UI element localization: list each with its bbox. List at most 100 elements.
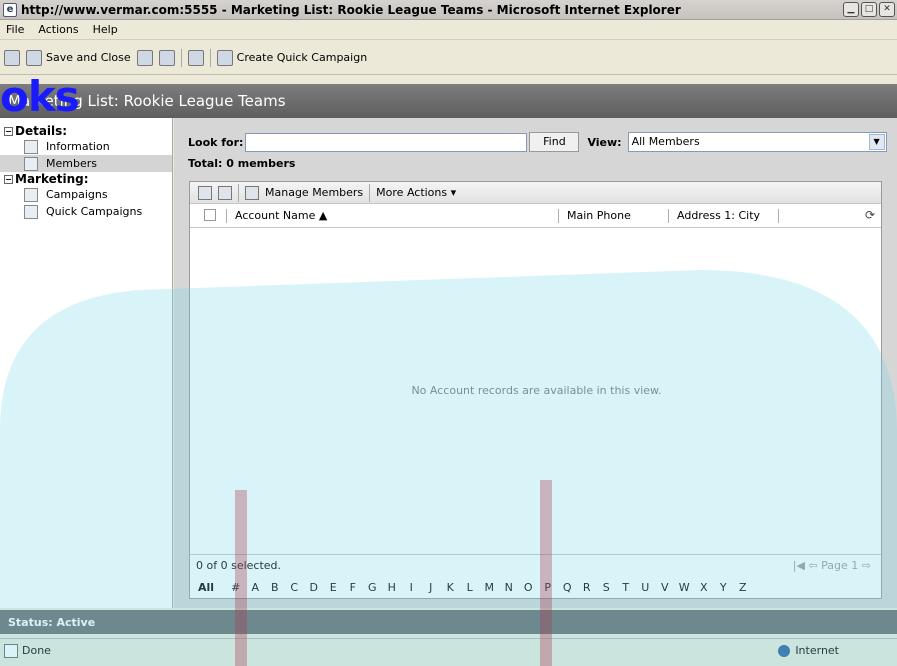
prev-page-icon[interactable]: ⇦ [808, 559, 817, 572]
alpha-letter[interactable]: N [499, 581, 519, 594]
more-actions-button[interactable]: More Actions ▾ [376, 186, 456, 199]
nav-section-marketing[interactable]: − Marketing: [0, 172, 172, 186]
alpha-letter[interactable]: K [441, 581, 461, 594]
alpha-letter[interactable]: C [285, 581, 305, 594]
toolbar-divider [209, 48, 211, 67]
grid-footer: 0 of 0 selected. |◀ ⇦ Page 1 ⇨ [190, 554, 881, 576]
main-content: Look for: Find View: All Members ▼ Total… [174, 118, 897, 608]
create-quick-campaign-button[interactable]: Create Quick Campaign [216, 49, 368, 66]
alpha-letter[interactable]: B [265, 581, 285, 594]
alpha-letter[interactable]: D [304, 581, 324, 594]
alpha-letter[interactable]: H [382, 581, 402, 594]
alpha-all[interactable]: All [198, 581, 226, 594]
alpha-letter[interactable]: P [538, 581, 558, 594]
menu-bar: File Actions Help [0, 20, 897, 40]
view-select[interactable]: All Members ▼ [627, 132, 887, 152]
column-account-name[interactable]: Account Name ▲ [226, 209, 327, 223]
campaign-icon [216, 49, 233, 66]
save-icon[interactable] [4, 49, 20, 66]
members-icon [24, 156, 38, 171]
save-and-close-label: Save and Close [46, 51, 131, 64]
window-controls: ▁ □ ✕ [843, 2, 895, 17]
alpha-letter[interactable]: V [655, 581, 675, 594]
ie-icon: e [3, 2, 17, 17]
nav-item-quick-campaigns[interactable]: Quick Campaigns [0, 203, 172, 220]
nav-section-details[interactable]: − Details: [0, 124, 172, 138]
alpha-letter[interactable]: Z [733, 581, 753, 594]
watermark-text: oks [0, 72, 80, 121]
nav-item-campaigns-label: Campaigns [46, 188, 108, 201]
pager: |◀ ⇦ Page 1 ⇨ [793, 559, 871, 572]
alpha-letter[interactable]: R [577, 581, 597, 594]
alpha-letter[interactable]: O [519, 581, 539, 594]
nav-item-members[interactable]: Members [0, 155, 172, 172]
alpha-letter[interactable]: Q [558, 581, 578, 594]
alpha-letter[interactable]: E [324, 581, 344, 594]
nav-item-members-label: Members [46, 157, 97, 170]
select-all-checkbox[interactable] [204, 209, 216, 221]
export-icon[interactable] [218, 185, 232, 200]
toolbar-divider [180, 48, 182, 67]
maximize-button[interactable]: □ [861, 2, 877, 17]
record-status: Status: Active [0, 610, 897, 634]
nav-item-information-label: Information [46, 140, 110, 153]
alpha-letter[interactable]: G [363, 581, 383, 594]
total-members: Total: 0 members [188, 157, 296, 170]
quick-campaigns-icon [24, 204, 38, 219]
menu-file[interactable]: File [6, 23, 24, 36]
alpha-letters: # A B C D E F G H I J K L M N O P Q R S T U V W X Y Z [226, 581, 753, 594]
alpha-letter[interactable]: Y [714, 581, 734, 594]
close-button[interactable]: ✕ [879, 2, 895, 17]
menu-help[interactable]: Help [93, 23, 118, 36]
collapse-icon[interactable]: − [4, 126, 13, 136]
alpha-letter[interactable]: U [636, 581, 656, 594]
column-main-phone[interactable]: Main Phone [558, 209, 631, 223]
create-quick-campaign-label: Create Quick Campaign [236, 51, 368, 64]
alpha-letter[interactable]: # [226, 581, 246, 594]
alpha-letter[interactable]: A [246, 581, 266, 594]
page-indicator: Page 1 [821, 559, 859, 572]
save-new-icon[interactable] [136, 49, 153, 66]
grid-toolbar-divider [369, 183, 371, 202]
column-city[interactable]: Address 1: City [668, 209, 760, 223]
nav-section-marketing-label: Marketing: [15, 172, 89, 186]
nav-item-information[interactable]: Information [0, 138, 172, 155]
left-navigation: − Details: Information Members − Marketi… [0, 118, 173, 608]
look-for-input[interactable] [245, 132, 528, 152]
alpha-letter[interactable]: L [460, 581, 480, 594]
empty-message: No Account records are available in this… [411, 384, 662, 397]
alpha-letter[interactable]: I [402, 581, 422, 594]
refresh-icon[interactable]: ⟳ [865, 208, 875, 222]
members-grid: Manage Members More Actions ▾ Account Na… [189, 181, 882, 599]
alpha-letter[interactable]: W [675, 581, 695, 594]
alpha-letter[interactable]: J [421, 581, 441, 594]
globe-icon [778, 644, 791, 657]
information-icon [24, 139, 38, 154]
column-spacer [778, 209, 787, 223]
nav-item-campaigns[interactable]: Campaigns [0, 186, 172, 203]
alpha-letter[interactable]: X [694, 581, 714, 594]
grid-header: Account Name ▲ Main Phone Address 1: Cit… [190, 204, 881, 228]
save-and-close-button[interactable]: Save and Close [26, 49, 131, 66]
menu-actions[interactable]: Actions [38, 23, 78, 36]
find-button[interactable]: Find [529, 132, 580, 152]
manage-members-icon [245, 185, 259, 200]
browser-status-text: Done [22, 644, 51, 657]
manage-members-button[interactable]: Manage Members [265, 186, 363, 199]
security-zone-label: Internet [795, 644, 839, 657]
alpha-letter[interactable]: S [597, 581, 617, 594]
next-page-icon[interactable]: ⇨ [862, 559, 871, 572]
minimize-button[interactable]: ▁ [843, 2, 859, 17]
alpha-letter[interactable]: M [480, 581, 500, 594]
first-page-icon[interactable]: |◀ [793, 559, 805, 572]
security-zone: Internet [778, 644, 839, 657]
attach-icon[interactable] [187, 49, 204, 66]
print-icon[interactable] [158, 49, 175, 66]
toolbar: Save and Close Create Quick Campaign [0, 41, 897, 75]
page-done-icon [4, 643, 18, 658]
collapse-icon[interactable]: − [4, 174, 13, 184]
chevron-down-icon[interactable]: ▼ [868, 134, 885, 150]
print-icon[interactable] [198, 185, 212, 200]
alpha-letter[interactable]: T [616, 581, 636, 594]
alpha-letter[interactable]: F [343, 581, 363, 594]
